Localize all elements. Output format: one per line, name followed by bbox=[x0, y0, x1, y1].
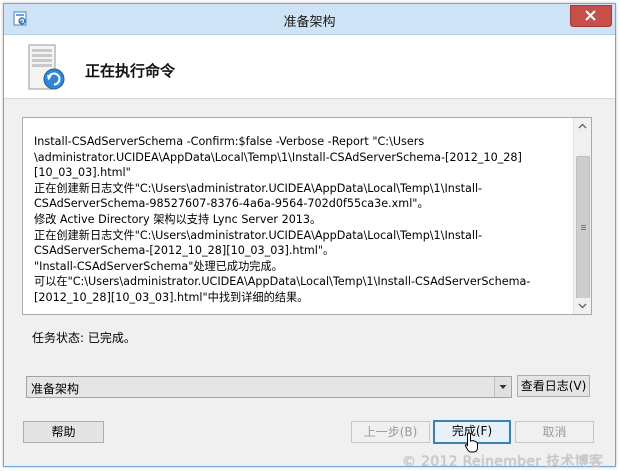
watermark: © 2012 Reinember 技术博客 bbox=[402, 454, 604, 470]
setup-dialog: 准备架构 正在执行命令 Install-CSAdServerSchema -Co… bbox=[3, 3, 616, 470]
wizard-header: 正在执行命令 bbox=[4, 35, 615, 99]
command-output-log[interactable]: Install-CSAdServerSchema -Confirm:$false… bbox=[22, 117, 592, 315]
task-select-value: 准备架构 bbox=[31, 382, 80, 396]
close-button[interactable] bbox=[570, 5, 612, 27]
title-bar: 准备架构 bbox=[4, 4, 615, 35]
cancel-button[interactable]: 取消 bbox=[515, 421, 594, 443]
log-text: Install-CSAdServerSchema -Confirm:$false… bbox=[34, 135, 531, 304]
scrollbar-thumb[interactable] bbox=[576, 156, 590, 301]
page-heading: 正在执行命令 bbox=[85, 62, 176, 80]
scroll-down-icon bbox=[578, 303, 587, 309]
dropdown-arrow-icon bbox=[499, 385, 507, 389]
scroll-up-button[interactable] bbox=[575, 119, 590, 134]
back-button[interactable]: 上一步(B) bbox=[351, 421, 430, 443]
view-log-button[interactable]: 查看日志(V) bbox=[517, 375, 590, 397]
close-icon bbox=[585, 10, 596, 21]
task-status: 任务状态: 已完成。 bbox=[32, 331, 136, 345]
task-select[interactable]: 准备架构 bbox=[26, 376, 512, 398]
scroll-up-icon bbox=[578, 123, 587, 129]
task-select-dropdown[interactable] bbox=[494, 377, 511, 397]
vertical-scrollbar[interactable] bbox=[573, 118, 591, 314]
scroll-down-button[interactable] bbox=[575, 298, 590, 313]
grip-icon bbox=[581, 225, 586, 226]
server-refresh-icon bbox=[28, 44, 65, 90]
help-button[interactable]: 帮助 bbox=[23, 421, 104, 443]
window-title: 准备架构 bbox=[283, 15, 336, 30]
